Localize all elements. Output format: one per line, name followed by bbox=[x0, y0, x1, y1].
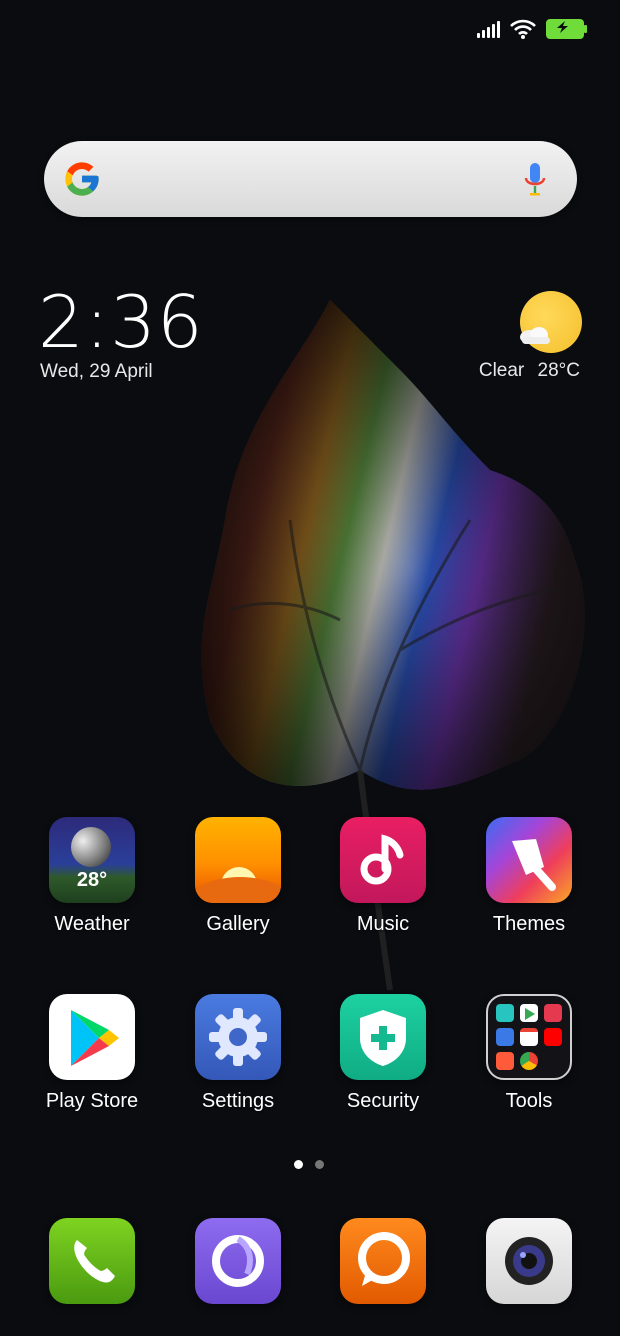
app-label: Settings bbox=[201, 1090, 275, 1112]
app-gallery[interactable]: Gallery bbox=[178, 817, 298, 936]
app-security[interactable]: Security bbox=[323, 994, 443, 1113]
status-bar bbox=[477, 14, 587, 44]
app-weather[interactable]: 28° Weather bbox=[32, 817, 152, 936]
dock-browser[interactable] bbox=[178, 1218, 298, 1304]
battery-charging-icon bbox=[546, 19, 587, 39]
dock-messaging[interactable] bbox=[323, 1218, 443, 1304]
signal-icon bbox=[477, 20, 500, 38]
app-label: Weather bbox=[54, 913, 130, 935]
dock-camera[interactable] bbox=[469, 1218, 589, 1304]
app-label: Tools bbox=[505, 1090, 553, 1112]
gallery-icon bbox=[195, 817, 281, 903]
app-label: Gallery bbox=[206, 913, 270, 935]
settings-icon bbox=[195, 994, 281, 1080]
browser-icon bbox=[195, 1218, 281, 1304]
messaging-icon bbox=[340, 1218, 426, 1304]
clock-date: Wed, 29 April bbox=[40, 361, 153, 382]
weather-temperature: 28°C bbox=[537, 360, 580, 381]
weather-summary: Clear 28°C bbox=[479, 360, 580, 382]
themes-icon bbox=[486, 817, 572, 903]
folder-tools[interactable]: Tools bbox=[469, 994, 589, 1113]
google-search-bar[interactable] bbox=[44, 141, 577, 217]
app-themes[interactable]: Themes bbox=[469, 817, 589, 936]
weather-condition: Clear bbox=[478, 360, 525, 381]
dock-phone[interactable] bbox=[32, 1218, 152, 1304]
phone-icon bbox=[49, 1218, 135, 1304]
music-icon bbox=[340, 817, 426, 903]
page-indicator bbox=[294, 1160, 324, 1169]
google-icon bbox=[65, 162, 99, 196]
wifi-icon bbox=[510, 19, 536, 39]
app-label: Themes bbox=[492, 913, 566, 935]
mic-icon[interactable] bbox=[523, 161, 547, 199]
weather-app-badge: 28° bbox=[76, 869, 108, 891]
app-play-store[interactable]: Play Store bbox=[32, 994, 152, 1113]
page-dot bbox=[315, 1160, 324, 1169]
clock-time[interactable]: 2:36 bbox=[38, 282, 204, 362]
play-store-icon bbox=[49, 994, 135, 1080]
camera-icon bbox=[486, 1218, 572, 1304]
app-label: Music bbox=[356, 913, 410, 935]
app-label: Play Store bbox=[45, 1090, 139, 1112]
app-label: Security bbox=[346, 1090, 420, 1112]
security-icon bbox=[340, 994, 426, 1080]
tools-folder-icon bbox=[486, 994, 572, 1080]
weather-icon: 28° bbox=[49, 817, 135, 903]
app-settings[interactable]: Settings bbox=[178, 994, 298, 1113]
app-music[interactable]: Music bbox=[323, 817, 443, 936]
page-dot-active bbox=[294, 1160, 303, 1169]
cloud-icon bbox=[520, 327, 550, 344]
